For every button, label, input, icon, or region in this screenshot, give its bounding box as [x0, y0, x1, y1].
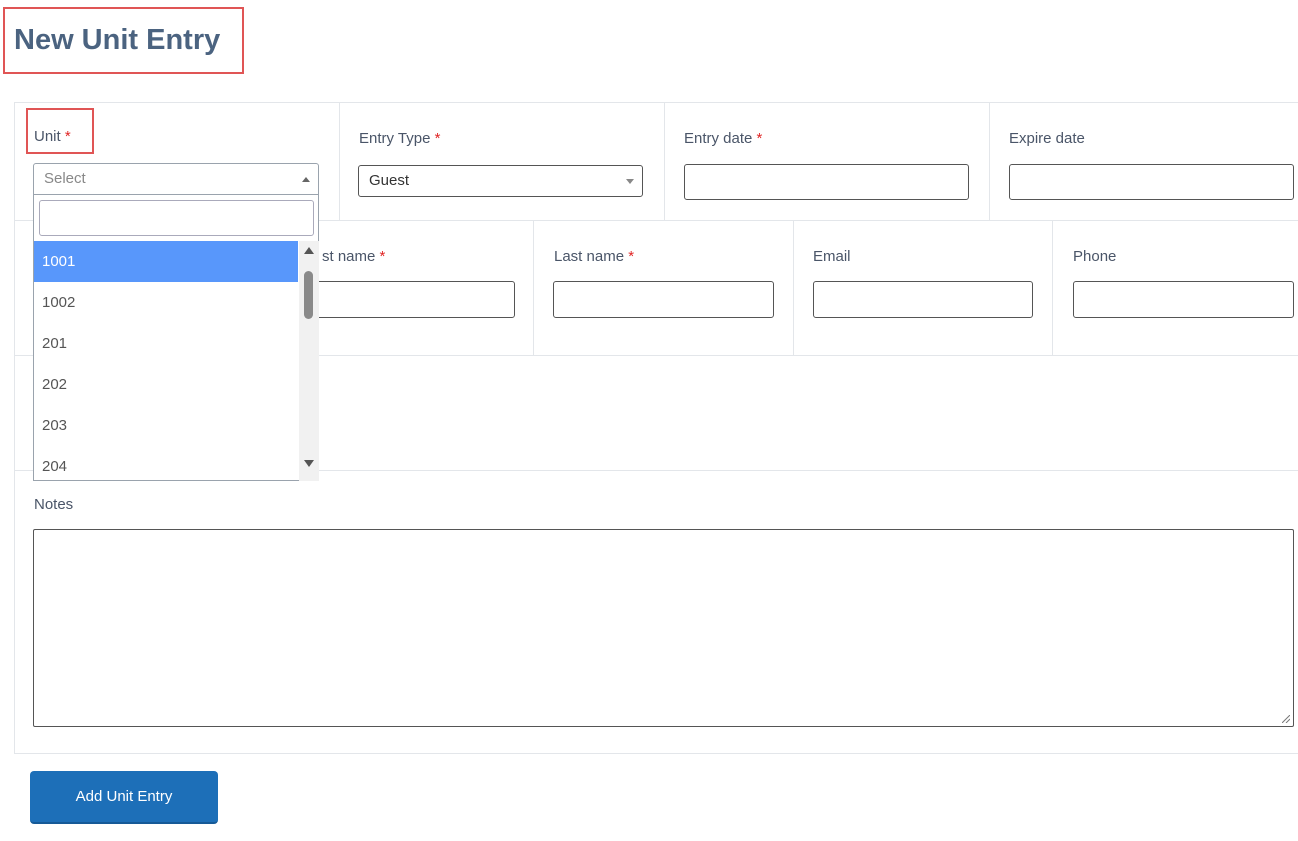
entry-date-label-text: Entry date	[684, 130, 753, 147]
unit-options-list: 1001 1002 201 202 203 204	[34, 241, 320, 481]
page-title: New Unit Entry	[14, 24, 221, 56]
row1-divider-2	[664, 102, 665, 220]
entry-date-label: Entry date *	[684, 130, 762, 147]
row1-divider-3	[989, 102, 990, 220]
email-label: Email	[813, 248, 851, 265]
row2-divider-2	[793, 220, 794, 355]
expire-date-input[interactable]	[1009, 164, 1294, 200]
unit-label: Unit *	[34, 128, 71, 145]
first-name-label-text: st name	[322, 248, 376, 265]
row2-divider-1	[533, 220, 534, 355]
entry-type-required-mark: *	[434, 130, 441, 147]
form-left-border	[14, 102, 15, 754]
unit-select-placeholder: Select	[44, 170, 86, 187]
first-name-required-mark: *	[379, 248, 386, 265]
first-name-label: st name *	[322, 248, 385, 265]
last-name-label: Last name *	[554, 248, 634, 265]
last-name-required-mark: *	[628, 248, 635, 265]
entry-date-required-mark: *	[756, 130, 763, 147]
scroll-down-arrow-icon[interactable]	[304, 460, 314, 467]
email-input[interactable]	[813, 281, 1033, 318]
unit-option[interactable]: 1001	[34, 241, 298, 282]
scrollbar-thumb[interactable]	[304, 271, 313, 319]
unit-search-input[interactable]	[39, 200, 314, 236]
entry-type-select[interactable]: Guest	[358, 165, 643, 197]
unit-dropdown: 1001 1002 201 202 203 204	[33, 195, 319, 481]
notes-textarea[interactable]	[33, 529, 1294, 727]
unit-option[interactable]: 204	[34, 446, 298, 481]
last-name-input[interactable]	[553, 281, 774, 318]
entry-type-value: Guest	[369, 172, 410, 189]
row2-divider-3	[1052, 220, 1053, 355]
expire-date-label: Expire date	[1009, 130, 1085, 147]
unit-required-mark: *	[64, 128, 71, 145]
add-unit-entry-button[interactable]: Add Unit Entry	[30, 771, 218, 824]
phone-label: Phone	[1073, 248, 1117, 265]
notes-label: Notes	[34, 496, 74, 513]
chevron-up-icon	[302, 177, 310, 182]
entry-date-input[interactable]	[684, 164, 969, 200]
last-name-label-text: Last name	[554, 248, 625, 265]
unit-option[interactable]: 203	[34, 405, 298, 446]
form-bottom-border	[14, 753, 1298, 754]
chevron-down-icon	[626, 179, 634, 184]
unit-options-scrollbar[interactable]	[299, 241, 319, 481]
row1-divider-1	[339, 102, 340, 220]
first-name-input[interactable]	[300, 281, 515, 318]
unit-option[interactable]: 202	[34, 364, 298, 405]
unit-select[interactable]: Select	[33, 163, 319, 195]
unit-option[interactable]: 1002	[34, 282, 298, 323]
form-top-border	[14, 102, 1298, 103]
unit-option[interactable]: 201	[34, 323, 298, 364]
phone-input[interactable]	[1073, 281, 1294, 318]
entry-type-label-text: Entry Type	[359, 130, 431, 147]
unit-label-text: Unit	[34, 128, 61, 145]
scroll-up-arrow-icon[interactable]	[304, 247, 314, 254]
entry-type-label: Entry Type *	[359, 130, 440, 147]
resize-handle-icon[interactable]	[1282, 715, 1290, 723]
